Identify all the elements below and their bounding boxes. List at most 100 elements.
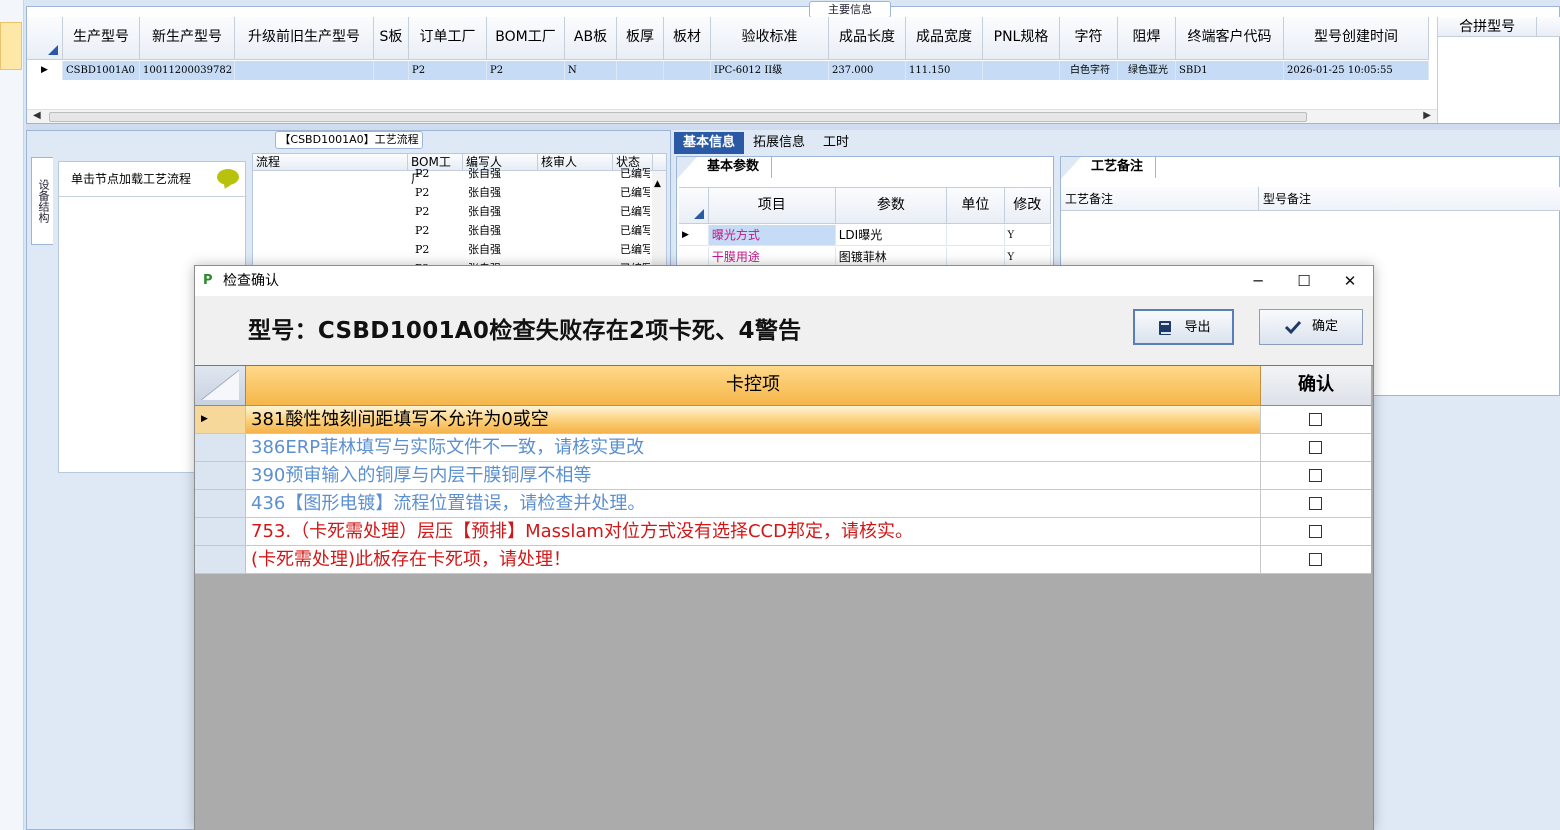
scroll-up-icon[interactable]: ▲ [652,179,661,189]
confirm-checkbox[interactable] [1309,497,1322,510]
tree-row[interactable]: 终固化P2张自强已编写 [253,183,666,202]
confirm-cell[interactable] [1261,490,1371,517]
tab-拓展信息[interactable]: 拓展信息 [744,132,814,154]
param-col-header[interactable]: 参数 [835,187,948,224]
craft-notes-title[interactable]: 工艺备注 [1060,156,1157,179]
col-header[interactable]: PNL规格 [983,17,1060,60]
grid-cell[interactable]: SBD1 [1176,61,1284,80]
row-header[interactable] [195,462,246,489]
grid-cell[interactable]: P2 [487,61,565,80]
col-header[interactable]: 阻焊 [1118,17,1176,60]
col-header[interactable]: S板 [374,17,409,60]
row-header[interactable] [195,490,246,517]
tree-row[interactable]: 陶瓷磨板P2张自强已编写 [253,221,666,240]
main-grid-row[interactable]: ▶ CSBD1001A0 10011200039782 P2 P2 N IPC-6012 I… [27,61,1429,80]
param-value[interactable]: 图镀菲林 [836,247,947,267]
speech-bubble-icon[interactable] [217,169,239,185]
grid-cell[interactable]: IPC-6012 II级 [711,61,829,80]
col-header[interactable]: AB板 [565,17,617,60]
col-header[interactable]: 板材 [664,17,711,60]
row-header[interactable] [195,434,246,461]
scroll-right-icon[interactable]: ▶ [1423,110,1431,121]
param-item[interactable]: 干膜用途 [709,247,836,267]
confirm-checkbox[interactable] [1309,469,1322,482]
grid-cell[interactable] [374,61,409,80]
check-item-row[interactable]: (卡死需处理)此板存在卡死项，请处理！ [195,546,1371,574]
param-col-header[interactable]: 单位 [947,187,1005,224]
col-header[interactable]: 订单工厂 [409,17,487,60]
left-dock-tab[interactable] [0,22,22,70]
col-header[interactable]: 验收标准 [711,17,829,60]
scroll-thumb[interactable] [49,112,1307,122]
basic-param-title[interactable]: 基本参数 [676,156,773,179]
notes-col-header[interactable]: 工艺备注 [1061,187,1259,211]
param-unit[interactable] [947,247,1005,267]
check-item-row[interactable]: ▶ 381酸性蚀刻间距填写不允许为0或空 [195,406,1371,434]
tree-vscrollbar[interactable]: ▲ [652,171,666,266]
maximize-icon[interactable]: ☐ [1281,266,1327,296]
close-icon[interactable]: ✕ [1327,266,1373,296]
grid-cell[interactable] [235,61,374,80]
param-value[interactable]: LDI曝光 [836,225,947,245]
col-header[interactable]: 型号创建时间 [1284,17,1429,60]
extra-column-header[interactable] [1537,17,1560,37]
row-header[interactable] [195,546,246,573]
row-header[interactable] [195,518,246,545]
row-selector-icon[interactable] [679,247,709,267]
export-button[interactable]: 导出 [1133,309,1234,345]
load-flow-label[interactable]: 单击节点加载工艺流程 [71,170,191,187]
grid-cell[interactable] [664,61,711,80]
minimize-icon[interactable]: ─ [1235,266,1281,296]
param-modify[interactable]: Y [1005,225,1051,245]
col-header[interactable]: 生产型号 [63,17,140,60]
col-header[interactable]: BOM工厂 [487,17,565,60]
col-header[interactable]: 成品宽度 [906,17,983,60]
confirm-cell[interactable] [1261,434,1371,461]
row-header[interactable]: ▶ [195,406,246,433]
col-header[interactable]: 升级前旧生产型号 [235,17,374,60]
col-header-item[interactable]: 卡控项 [246,366,1261,406]
confirm-cell[interactable] [1261,462,1371,489]
grid-cell[interactable] [983,61,1060,80]
confirm-checkbox[interactable] [1309,441,1322,454]
col-header[interactable]: 字符 [1060,17,1118,60]
grid-cell[interactable] [617,61,664,80]
col-header-confirm[interactable]: 确认 [1261,366,1371,406]
scroll-left-icon[interactable]: ◀ [33,110,41,121]
row-selector-icon[interactable]: ▶ [679,225,709,245]
grid-cell[interactable]: 绿色亚光 [1118,61,1176,80]
horizontal-scrollbar[interactable]: ◀ ▶ [27,109,1437,123]
confirm-checkbox[interactable] [1309,525,1322,538]
confirm-button[interactable]: 确定 [1259,309,1363,345]
grid-corner[interactable] [195,366,246,406]
param-col-header[interactable]: 修改 [1004,187,1051,224]
tree-row[interactable]: 树脂塞孔P2张自强已编写 [253,164,666,183]
check-item-row[interactable]: 390预审输入的铜厚与内层干膜铜厚不相等 [195,462,1371,490]
check-item-row[interactable]: 386ERP菲林填写与实际文件不一致，请核实更改 [195,434,1371,462]
check-item-row[interactable]: 436【图形电镀】流程位置错误，请检查并处理。 [195,490,1371,518]
row-selector-icon[interactable]: ▶ [27,61,63,80]
param-col-header[interactable]: 项目 [708,187,836,224]
param-row[interactable]: ▶ 曝光方式 LDI曝光 Y [679,225,1051,246]
col-header[interactable]: 板厚 [617,17,664,60]
grid-cell[interactable]: 237.000 [829,61,906,80]
grid-cell[interactable]: CSBD1001A0 [63,61,140,80]
merge-model-header[interactable]: 合拼型号 [1438,17,1538,37]
grid-cell[interactable]: 2026-01-25 10:05:55 [1284,61,1429,80]
grid-cell[interactable]: 白色字符 [1060,61,1118,80]
grid-cell[interactable]: P2 [409,61,487,80]
notes-col-header[interactable]: 型号备注 [1259,187,1560,211]
col-header[interactable]: 新生产型号 [140,17,235,60]
confirm-cell[interactable] [1261,518,1371,545]
col-header[interactable]: 终端客户代码 [1176,17,1284,60]
grid-cell[interactable]: N [565,61,617,80]
grid-cell[interactable]: 10011200039782 [140,61,235,80]
grid-corner[interactable] [27,17,63,60]
tab-工时[interactable]: 工时 [814,132,858,154]
confirm-checkbox[interactable] [1309,553,1322,566]
confirm-cell[interactable] [1261,546,1371,573]
col-header[interactable]: 成品长度 [829,17,906,60]
param-item[interactable]: 曝光方式 [708,225,836,245]
device-structure-tab[interactable]: 设备结构 [31,157,53,245]
confirm-cell[interactable] [1261,406,1371,433]
